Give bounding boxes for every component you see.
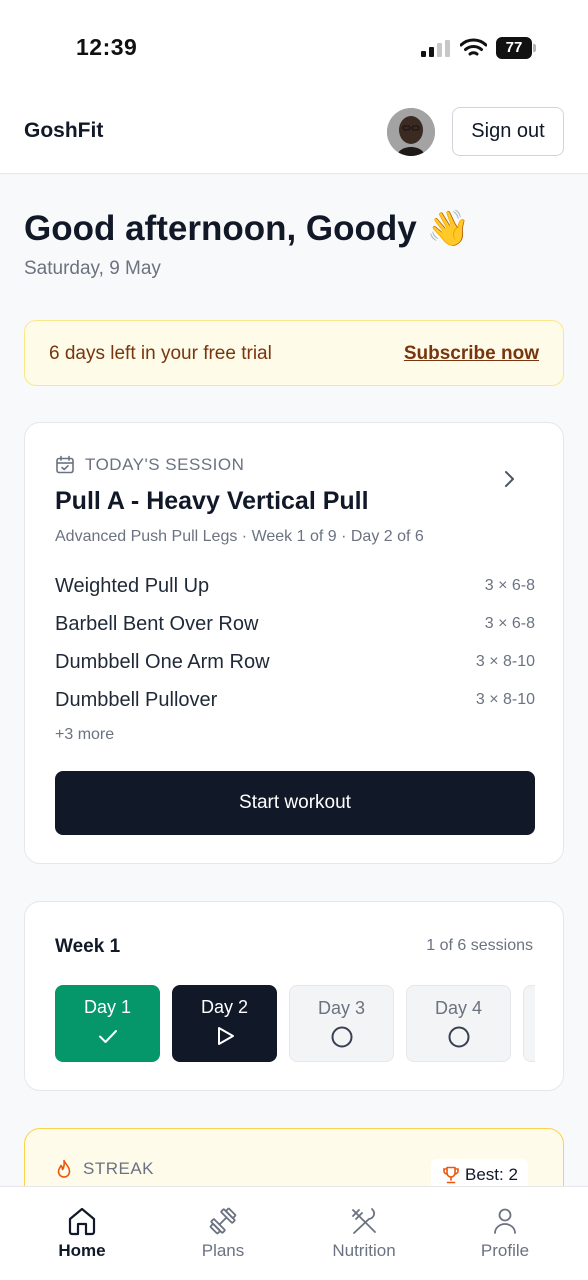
day-selector: Day 1 Day 2 Day 3 Day 4 — [55, 985, 535, 1063]
trophy-icon — [443, 1166, 459, 1184]
day-tile-2[interactable]: Day 2 — [172, 985, 277, 1062]
day-tile-3[interactable]: Day 3 — [289, 985, 394, 1062]
exercise-sets: 3 × 8-10 — [475, 691, 535, 708]
greeting-title: Good afternoon, Goody 👋 — [24, 209, 471, 248]
nav-label: Home — [58, 1241, 106, 1260]
exercise-row: Dumbbell Pullover 3 × 8-10 — [55, 689, 535, 719]
week-progress-card: Week 1 1 of 6 sessions Day 1 Day 2 Day 3… — [24, 901, 564, 1091]
week-session-count: 1 of 6 sessions — [426, 937, 533, 954]
nav-profile[interactable]: Profile — [445, 1205, 565, 1261]
flame-icon — [57, 1159, 71, 1178]
subscribe-link[interactable]: Subscribe now — [404, 343, 539, 365]
session-meta: Advanced Push Pull Legs · Week 1 of 9 · … — [55, 528, 424, 545]
day-tile-4[interactable]: Day 4 — [406, 985, 511, 1062]
trial-banner: 6 days left in your free trial Subscribe… — [24, 320, 564, 386]
exercise-row: Barbell Bent Over Row 3 × 6-8 — [55, 613, 535, 643]
play-icon — [217, 1027, 234, 1045]
more-exercises-link[interactable]: +3 more — [55, 726, 114, 744]
day-label: Day 4 — [434, 998, 483, 1018]
exercise-name: Barbell Bent Over Row — [55, 613, 259, 635]
day-tile-1[interactable]: Day 1 — [55, 985, 160, 1062]
nav-label: Plans — [201, 1241, 245, 1260]
home-icon — [68, 1207, 96, 1236]
exercise-name: Dumbbell One Arm Row — [55, 651, 270, 673]
sign-out-button[interactable]: Sign out — [452, 107, 564, 156]
streak-header: STREAK — [55, 1159, 154, 1179]
utensils-icon — [352, 1208, 376, 1234]
nav-label: Nutrition — [332, 1241, 396, 1260]
battery-level: 77 — [496, 37, 532, 59]
brand-logo[interactable]: GoshFit — [24, 119, 103, 143]
avatar[interactable] — [387, 108, 435, 156]
start-workout-button[interactable]: Start workout — [55, 771, 535, 835]
exercise-name: Dumbbell Pullover — [55, 689, 218, 711]
day-label: Day 1 — [83, 997, 132, 1017]
exercise-row: Weighted Pull Up 3 × 6-8 — [55, 575, 535, 605]
session-header: TODAY'S SESSION — [55, 455, 244, 475]
day-tile-5[interactable] — [523, 985, 535, 1062]
dumbbell-icon — [209, 1207, 237, 1235]
cellular-signal-icon — [421, 40, 450, 57]
status-time: 12:39 — [76, 34, 138, 60]
user-icon — [494, 1208, 516, 1234]
nav-nutrition[interactable]: Nutrition — [304, 1205, 424, 1261]
streak-label: STREAK — [83, 1159, 155, 1178]
session-title: Pull A - Heavy Vertical Pull — [55, 487, 369, 515]
chevron-right-icon[interactable] — [499, 469, 519, 489]
status-bar: 12:39 77 — [0, 0, 588, 92]
check-icon — [98, 1030, 117, 1043]
trial-text: 6 days left in your free trial — [49, 343, 272, 364]
circle-icon — [448, 1026, 469, 1048]
greeting-date: Saturday, 9 May — [24, 258, 161, 279]
day-label: Day 3 — [317, 998, 366, 1018]
circle-icon — [331, 1026, 352, 1048]
battery-icon: 77 — [496, 37, 536, 59]
nav-label: Profile — [480, 1241, 530, 1260]
app-header: GoshFit Sign out — [0, 92, 588, 174]
bottom-nav: Home Plans Nutrition Profile — [0, 1186, 588, 1280]
day-label: Day 2 — [200, 997, 249, 1017]
best-streak-value: Best: 2 — [465, 1165, 518, 1184]
exercise-sets: 3 × 6-8 — [484, 615, 535, 632]
week-title: Week 1 — [55, 936, 121, 957]
exercise-row: Dumbbell One Arm Row 3 × 8-10 — [55, 651, 535, 681]
nav-plans[interactable]: Plans — [163, 1205, 283, 1261]
wifi-icon — [460, 38, 487, 56]
session-label: TODAY'S SESSION — [85, 455, 245, 474]
nav-home[interactable]: Home — [22, 1205, 142, 1261]
todays-session-card[interactable]: TODAY'S SESSION Pull A - Heavy Vertical … — [24, 422, 564, 864]
exercise-sets: 3 × 6-8 — [484, 577, 535, 594]
exercise-sets: 3 × 8-10 — [475, 653, 535, 670]
calendar-check-icon — [56, 455, 74, 474]
exercise-name: Weighted Pull Up — [55, 575, 210, 597]
